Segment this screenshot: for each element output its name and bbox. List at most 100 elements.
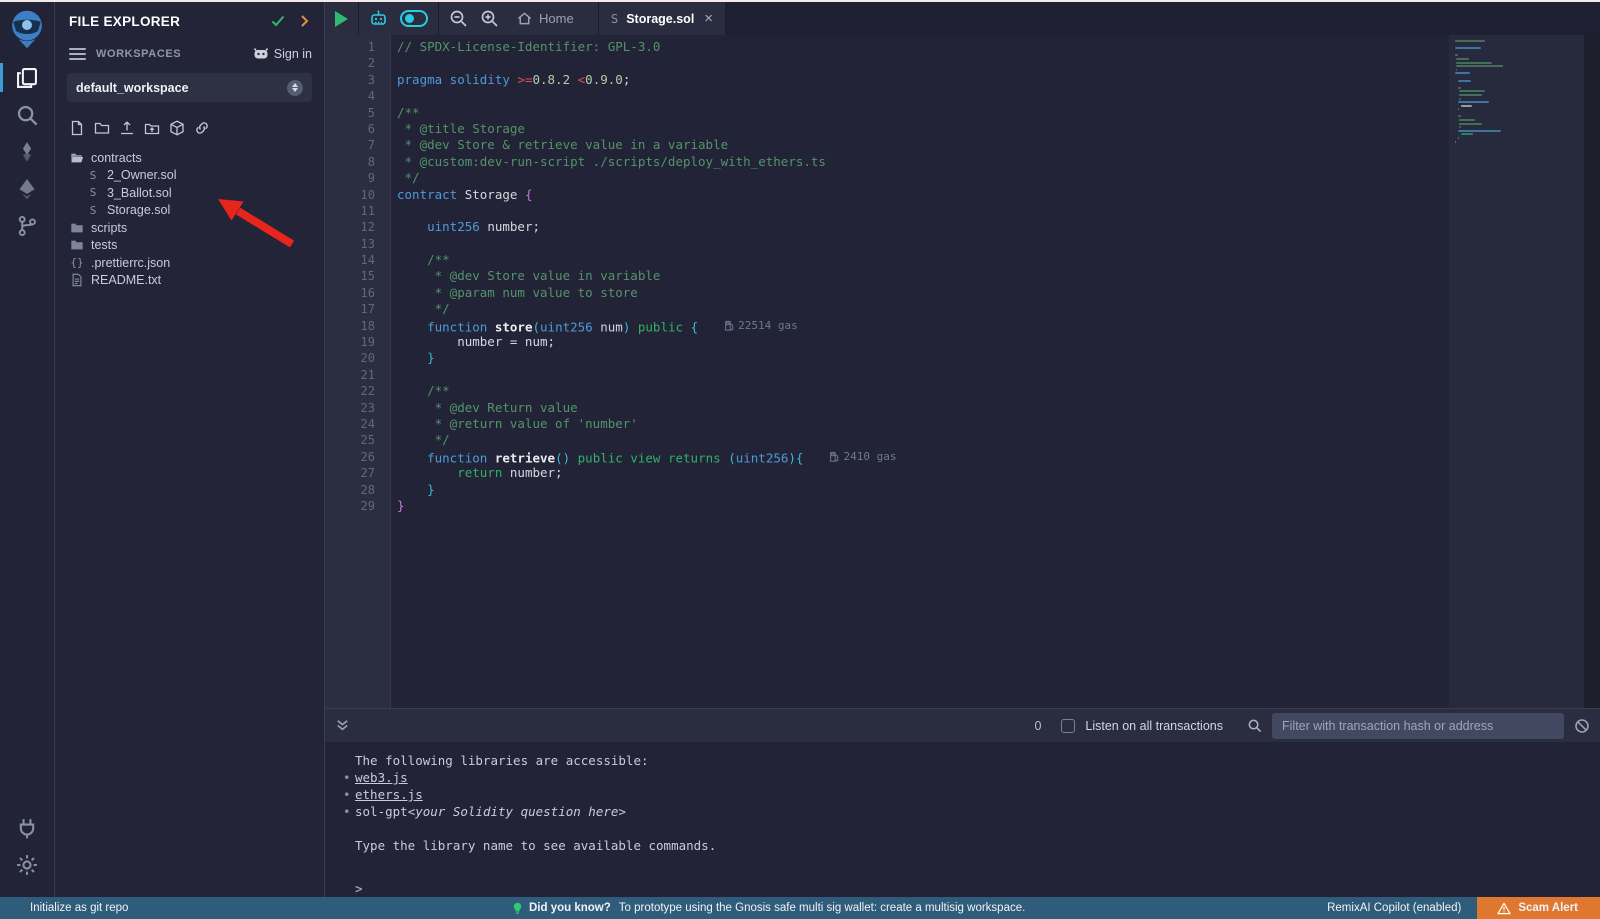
minimap[interactable] [1449, 35, 1584, 708]
terminal-collapse-button[interactable] [335, 718, 350, 733]
tree-item-label: contracts [91, 151, 142, 165]
code-token: } [397, 498, 405, 513]
line-number: 5 [325, 105, 390, 121]
tree-item-3_Ballot.sol[interactable]: S3_Ballot.sol [55, 184, 324, 202]
github-icon [253, 46, 269, 62]
activity-item-search[interactable] [0, 96, 55, 133]
action-upload-folder-icon[interactable] [144, 120, 160, 141]
code-token: } [397, 350, 435, 365]
action-upload-file-icon[interactable] [119, 120, 135, 141]
ai-copilot-button[interactable] [369, 9, 388, 28]
activity-item-plugin-manager[interactable] [0, 809, 55, 846]
line-number: 2 [325, 55, 390, 71]
listen-all-label[interactable]: Listen on all transactions [1085, 719, 1223, 733]
tree-item-label: tests [91, 238, 117, 252]
terminal-hint-line: Type the library name to see available c… [355, 837, 1600, 854]
close-tab-icon[interactable]: × [704, 10, 713, 27]
tip-title: Did you know? [529, 902, 611, 914]
code-token: uint256 [540, 319, 593, 334]
zoom-home-group: Home [439, 2, 599, 35]
scam-alert-button[interactable]: Scam Alert [1477, 897, 1600, 919]
activity-item-deploy-run[interactable] [0, 170, 55, 207]
line-number: 21 [325, 367, 390, 383]
code-token: retrieve [495, 450, 555, 465]
minimap-line [1455, 112, 1580, 114]
code-token: function [397, 319, 495, 334]
activity-item-settings[interactable] [0, 846, 55, 883]
zoom-out-button[interactable] [449, 9, 468, 28]
code-line-5: /** [397, 105, 1449, 121]
editor-column: Home SStorage.sol× 123456789101112131415… [325, 2, 1600, 897]
code-area[interactable]: // SPDX-License-Identifier: GPL-3.0pragm… [391, 35, 1449, 708]
action-new-folder-icon[interactable] [94, 120, 110, 141]
code-token: * @dev Return value [397, 400, 578, 415]
line-number: 12 [325, 219, 390, 235]
line-number: 29 [325, 498, 390, 514]
code-line-15: * @dev Store value in variable [397, 268, 1449, 284]
code-line-23: * @dev Return value [397, 400, 1449, 416]
activity-item-file-explorer[interactable] [0, 59, 55, 96]
tab-storage-sol[interactable]: SStorage.sol× [599, 2, 725, 35]
editor-scrollbar[interactable] [1584, 35, 1600, 708]
tree-item-contracts[interactable]: contracts [55, 149, 324, 167]
code-token [397, 465, 457, 480]
git-init-button[interactable]: Initialize as git repo [30, 902, 128, 914]
activity-bar-top [0, 59, 55, 244]
library-link[interactable]: web3.js [355, 769, 408, 786]
tree-item-README.txt[interactable]: README.txt [55, 272, 324, 290]
library-item: •ethers.js [355, 786, 1600, 803]
activity-bar-bottom [0, 809, 55, 883]
chevron-right-icon[interactable] [296, 13, 312, 29]
minimap-line [1455, 44, 1580, 46]
activity-item-git[interactable] [0, 207, 55, 244]
code-line-26: function retrieve() public view returns … [397, 449, 1449, 465]
line-number: 9 [325, 170, 390, 186]
tab-home[interactable]: Home [511, 11, 588, 26]
folder-icon [69, 238, 85, 252]
minimap-line [1458, 87, 1461, 89]
sign-in-button[interactable]: Sign in [253, 46, 312, 62]
workspaces-menu-icon[interactable] [69, 45, 86, 63]
solidity-icon [16, 141, 38, 163]
code-token: * @title Storage [397, 121, 525, 136]
clear-console-button[interactable] [1574, 718, 1590, 734]
file-actions-toolbar [55, 114, 324, 149]
workspace-select[interactable]: default_workspace [67, 73, 312, 102]
code-line-21 [397, 367, 1449, 383]
terminal-prompt[interactable]: > [355, 880, 1600, 897]
home-icon [517, 11, 532, 26]
double-chevron-down-icon [335, 718, 350, 733]
activity-item-solidity-compiler[interactable] [0, 133, 55, 170]
copilot-toggle[interactable] [400, 10, 428, 27]
library-link[interactable]: ethers.js [355, 786, 423, 803]
action-new-file-icon[interactable] [69, 120, 85, 141]
tree-item-scripts[interactable]: scripts [55, 219, 324, 237]
terminal-search-button[interactable] [1247, 718, 1262, 733]
terminal-output[interactable]: The following libraries are accessible: … [325, 742, 1600, 897]
tree-item-Storage.sol[interactable]: SStorage.sol [55, 202, 324, 220]
terminal-toolbar-right: 0 Listen on all transactions [1034, 713, 1590, 739]
minimap-line [1458, 108, 1459, 110]
code-line-10: contract Storage { [397, 187, 1449, 203]
workspace-selected-value: default_workspace [76, 81, 287, 95]
copilot-status[interactable]: RemixAI Copilot (enabled) [1327, 902, 1461, 914]
line-number: 8 [325, 154, 390, 170]
action-cube-icon[interactable] [169, 120, 185, 141]
tree-item-tests[interactable]: tests [55, 237, 324, 255]
line-number: 20 [325, 350, 390, 366]
code-line-16: * @param num value to store [397, 285, 1449, 301]
action-link-icon[interactable] [194, 120, 210, 141]
run-script-button[interactable] [335, 11, 348, 27]
code-line-7: * @dev Store & retrieve value in a varia… [397, 137, 1449, 153]
code-token [397, 219, 427, 234]
listen-all-checkbox[interactable] [1061, 719, 1075, 733]
tree-item-2_Owner.sol[interactable]: S2_Owner.sol [55, 167, 324, 185]
line-number: 27 [325, 465, 390, 481]
tree-item-.prettierrc.json[interactable]: {}.prettierrc.json [55, 254, 324, 272]
zoom-in-button[interactable] [480, 9, 499, 28]
gas-estimate: 2410 gas [829, 449, 896, 465]
transaction-filter-input[interactable] [1272, 713, 1564, 739]
check-icon[interactable] [270, 13, 286, 29]
remix-logo-icon[interactable] [8, 9, 46, 49]
code-line-29: } [397, 498, 1449, 514]
